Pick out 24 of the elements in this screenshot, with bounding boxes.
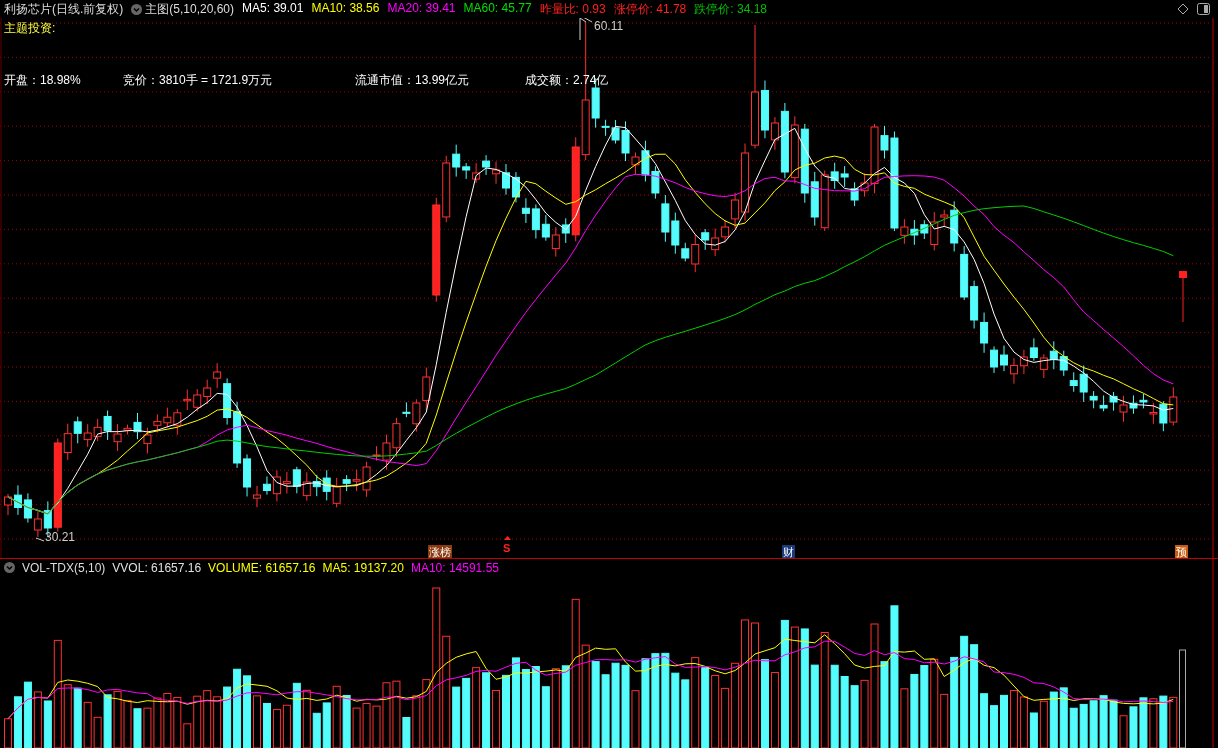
indicator-value: MA5: 39.01 — [242, 0, 304, 17]
indicator-value: 涨停价: 41.78 — [613, 0, 687, 18]
price-label: 30.21 — [45, 530, 76, 544]
info-text: 开盘：18.98% — [4, 72, 81, 89]
indicator-value: VVOL: 61657.16 — [112, 560, 202, 575]
indicator-name[interactable]: VOL-TDX(5,10) — [22, 560, 106, 575]
indicator-value: MA60: 45.77 — [463, 0, 532, 17]
event-tag: 财 — [782, 545, 795, 559]
indicator-value: 昨量比: 0.93 — [539, 0, 606, 18]
event-tag: 涨榜 — [428, 545, 452, 559]
indicator-value: MA20: 39.41 — [387, 0, 456, 17]
info-text: 流通市值：13.99亿元 — [355, 72, 470, 89]
indicator-value: MA5: 19137.20 — [322, 560, 404, 575]
indicator-value: 跌停价: 34.18 — [694, 0, 767, 18]
theme-label: 主题投资: — [4, 20, 56, 37]
info-text: 竞价：3810手 = 1721.9万元 — [123, 72, 273, 89]
stock-title: 利扬芯片(日线.前复权) — [4, 0, 124, 18]
event-tag: 预 — [1175, 545, 1188, 559]
signal-mark: S — [502, 541, 512, 555]
indicator-value: MA10: 38.56 — [311, 0, 380, 17]
indicator-menu[interactable]: 主图(5,10,20,60) — [145, 0, 235, 18]
price-label: 60.11 — [594, 19, 624, 33]
indicator-value: VOLUME: 61657.16 — [208, 560, 316, 575]
indicator-value: MA10: 14591.55 — [410, 560, 499, 575]
